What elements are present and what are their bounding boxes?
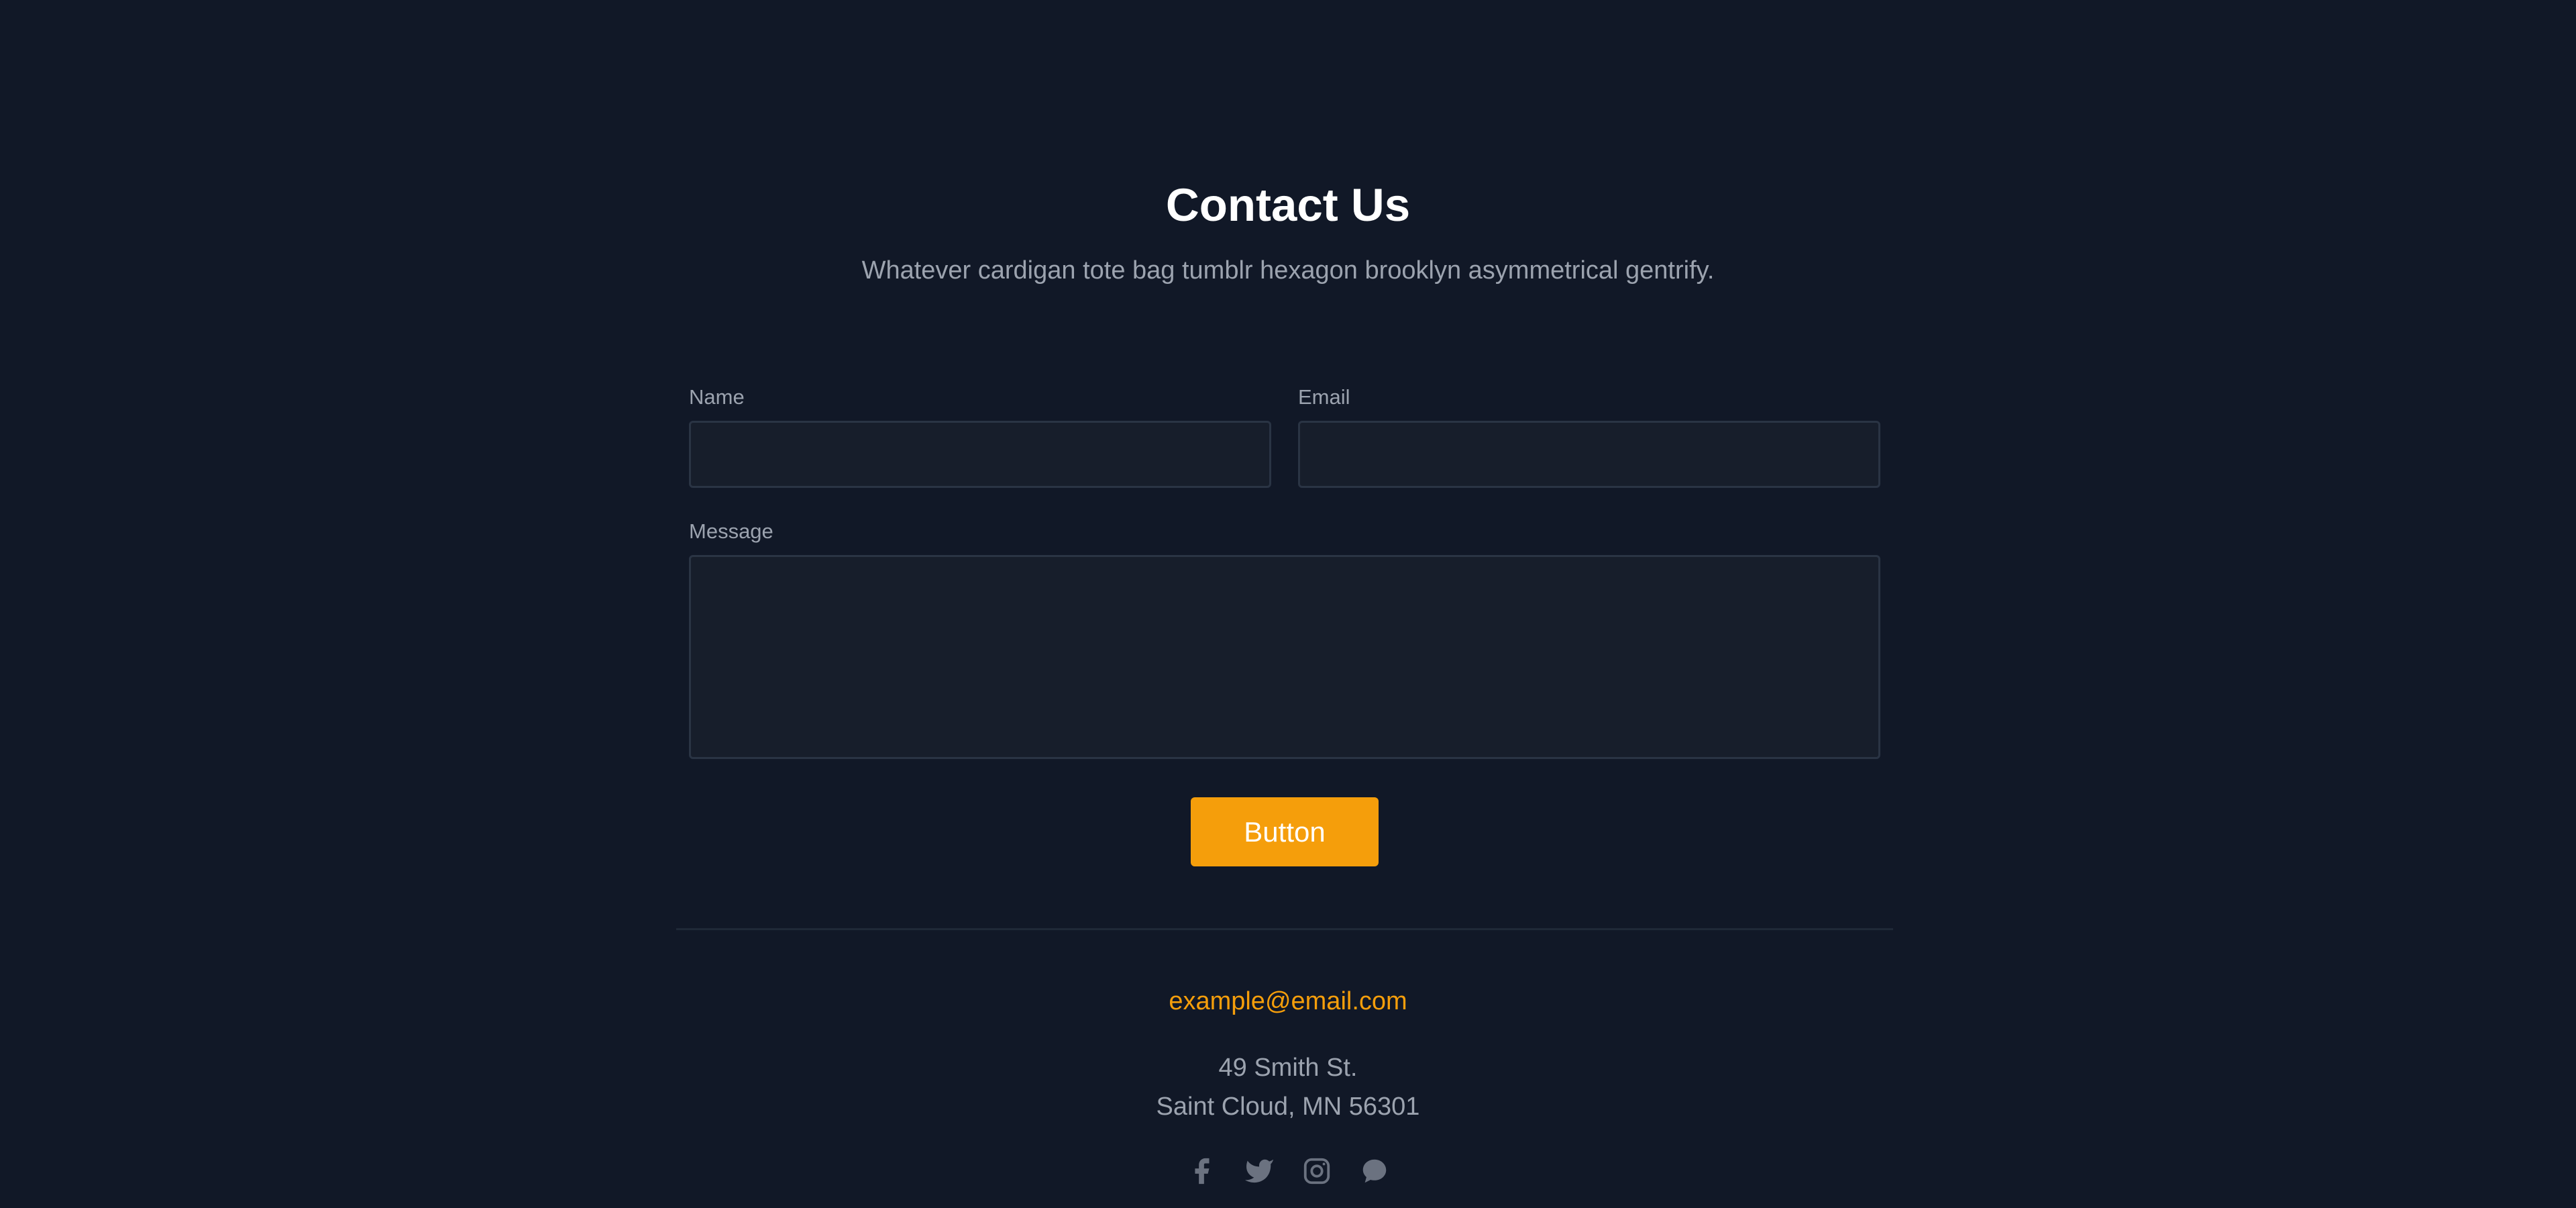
address-block: 49 Smith St. Saint Cloud, MN 56301 bbox=[0, 1048, 2576, 1126]
contact-form: Name Email Message Button bbox=[689, 381, 1880, 866]
contact-page: Contact Us Whatever cardigan tote bag tu… bbox=[0, 0, 2576, 1208]
address-line-1: 49 Smith St. bbox=[1218, 1054, 1358, 1082]
chat-icon bbox=[1359, 1156, 1390, 1187]
email-link[interactable]: example@email.com bbox=[1169, 980, 1407, 1023]
section-divider bbox=[676, 928, 1893, 930]
contact-footer: example@email.com 49 Smith St. Saint Clo… bbox=[0, 980, 2576, 1188]
name-input[interactable] bbox=[689, 421, 1271, 488]
email-label: Email bbox=[1298, 385, 1350, 409]
social-links bbox=[0, 1154, 2576, 1188]
submit-button[interactable]: Button bbox=[1191, 797, 1379, 866]
page-title: Contact Us bbox=[1165, 179, 1411, 231]
facebook-icon bbox=[1186, 1156, 1217, 1187]
email-field-group: Email bbox=[1298, 381, 1880, 488]
chat-link[interactable] bbox=[1358, 1154, 1391, 1188]
name-email-row: Name Email bbox=[689, 381, 1880, 488]
message-textarea[interactable] bbox=[689, 555, 1880, 759]
contact-header: Contact Us Whatever cardigan tote bag tu… bbox=[0, 168, 2576, 293]
email-input[interactable] bbox=[1298, 421, 1880, 488]
instagram-link[interactable] bbox=[1300, 1154, 1334, 1188]
name-label: Name bbox=[689, 385, 745, 409]
instagram-icon bbox=[1301, 1156, 1332, 1187]
message-label: Message bbox=[689, 519, 773, 543]
name-field-group: Name bbox=[689, 381, 1271, 488]
page-subtitle: Whatever cardigan tote bag tumblr hexago… bbox=[861, 256, 1715, 285]
twitter-link[interactable] bbox=[1242, 1154, 1276, 1188]
twitter-icon bbox=[1244, 1156, 1275, 1187]
address-line-2: Saint Cloud, MN 56301 bbox=[1156, 1093, 1420, 1121]
facebook-link[interactable] bbox=[1185, 1154, 1218, 1188]
button-wrap: Button bbox=[689, 797, 1880, 866]
message-field-group: Message bbox=[689, 515, 1880, 762]
